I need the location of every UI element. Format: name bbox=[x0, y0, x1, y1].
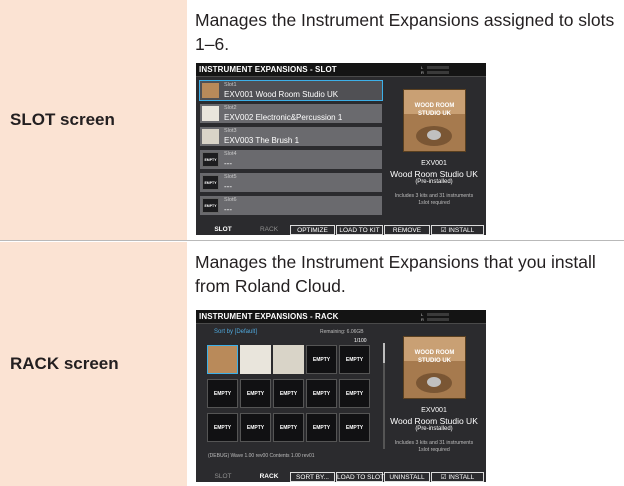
cover-title-line: STUDIO UK bbox=[418, 358, 451, 364]
cover-title-line: STUDIO UK bbox=[418, 111, 451, 117]
slot-name: EXV001 Wood Room Studio UK bbox=[224, 90, 339, 99]
level-meter: L R bbox=[421, 312, 457, 322]
expansion-cover-art: WOOD ROOM STUDIO UK bbox=[404, 90, 465, 151]
slot-item[interactable]: EMPTY Slot4 --- bbox=[199, 149, 383, 170]
rack-screen-image: INSTRUMENT EXPANSIONS - RACK L R Sort by… bbox=[196, 310, 486, 482]
slot-name: EXV002 Electronic&Percussion 1 bbox=[224, 113, 343, 122]
slot-item[interactable]: EMPTY Slot5 --- bbox=[199, 172, 383, 193]
slot-name: EXV003 The Brush 1 bbox=[224, 136, 300, 145]
cover-title-line: WOOD ROOM bbox=[414, 103, 455, 109]
slot-item[interactable]: Slot2 EXV002 Electronic&Percussion 1 bbox=[199, 103, 383, 124]
rack-cell-empty[interactable]: EMPTY bbox=[339, 345, 370, 374]
expansion-id: EXV001 bbox=[421, 407, 447, 414]
expansion-cover-art: WOOD ROOM STUDIO UK bbox=[404, 337, 465, 398]
table-row-rack: RACK screen Manages the Instrument Expan… bbox=[0, 242, 624, 486]
description-table: SLOT screen Manages the Instrument Expan… bbox=[0, 0, 624, 486]
slot-screen-image: INSTRUMENT EXPANSIONS - SLOT L R Slot1 E… bbox=[196, 63, 486, 235]
expansion-name: Wood Room Studio UK bbox=[390, 169, 478, 179]
rack-cell-empty[interactable]: EMPTY bbox=[339, 379, 370, 408]
row-label: SLOT screen bbox=[10, 110, 115, 129]
empty-thumbnail: EMPTY bbox=[202, 198, 219, 213]
slot-number: Slot5 bbox=[224, 174, 237, 180]
install-button[interactable]: ☑ INSTALL bbox=[431, 472, 484, 482]
tab-rack[interactable]: RACK bbox=[250, 225, 288, 235]
rack-cell-empty[interactable]: EMPTY bbox=[207, 413, 238, 442]
sort-order-label: Sort by [Default] bbox=[214, 329, 258, 335]
rack-cell-empty[interactable]: EMPTY bbox=[273, 413, 304, 442]
rack-cell-empty[interactable]: EMPTY bbox=[240, 413, 271, 442]
level-r-label: R bbox=[421, 70, 424, 75]
debug-version-info: (DEBUG) Wave 1.00 rev00 Contents 1.00 re… bbox=[208, 453, 315, 459]
slot-number: Slot2 bbox=[224, 105, 237, 111]
level-r-label: R bbox=[421, 317, 424, 322]
slot-number: Slot6 bbox=[224, 197, 237, 203]
expansion-name: Wood Room Studio UK bbox=[390, 416, 478, 426]
rack-cell-empty[interactable]: EMPTY bbox=[207, 379, 238, 408]
rack-cell[interactable] bbox=[273, 345, 304, 374]
tab-rack[interactable]: RACK bbox=[250, 472, 288, 482]
expansion-thumbnail bbox=[202, 129, 219, 144]
table-row-slot: SLOT screen Manages the Instrument Expan… bbox=[0, 0, 624, 241]
optimize-button[interactable]: OPTIMIZE bbox=[290, 225, 335, 235]
function-button-bar: SLOT RACK SORT BY... LOAD TO SLOT UNINST… bbox=[196, 471, 486, 482]
level-meter: L R bbox=[421, 65, 457, 75]
row-description: Manages the Instrument Expansions that y… bbox=[195, 252, 596, 296]
load-to-kit-button[interactable]: LOAD TO KIT bbox=[336, 225, 383, 235]
slot-requirement: 1slot required bbox=[418, 200, 450, 206]
rack-cell-empty[interactable]: EMPTY bbox=[306, 345, 337, 374]
level-bar-r bbox=[427, 318, 449, 321]
expansion-thumbnail bbox=[202, 83, 219, 98]
expansion-includes: Includes 3 kits and 31 instruments bbox=[394, 440, 474, 446]
row-label: RACK screen bbox=[10, 354, 119, 373]
description-cell: Manages the Instrument Expansions assign… bbox=[189, 0, 624, 240]
label-cell: SLOT screen bbox=[0, 0, 188, 240]
slot-item[interactable]: Slot3 EXV003 The Brush 1 bbox=[199, 126, 383, 147]
tab-slot[interactable]: SLOT bbox=[208, 472, 238, 482]
description-cell: Manages the Instrument Expansions that y… bbox=[189, 242, 624, 486]
slot-item[interactable]: Slot1 EXV001 Wood Room Studio UK bbox=[199, 80, 383, 101]
slot-name: --- bbox=[224, 159, 232, 168]
load-to-slot-button[interactable]: LOAD TO SLOT bbox=[336, 472, 384, 482]
rack-cell-empty[interactable]: EMPTY bbox=[306, 413, 337, 442]
slot-number: Slot1 bbox=[224, 82, 237, 88]
uninstall-button[interactable]: UNINSTALL bbox=[384, 472, 430, 482]
slot-item[interactable]: EMPTY Slot6 --- bbox=[199, 195, 383, 216]
rack-cell-empty[interactable]: EMPTY bbox=[273, 379, 304, 408]
tab-slot[interactable]: SLOT bbox=[208, 225, 238, 235]
slot-number: Slot3 bbox=[224, 128, 237, 134]
empty-thumbnail: EMPTY bbox=[202, 152, 219, 167]
sort-by-button[interactable]: SORT BY... bbox=[290, 472, 335, 482]
install-status: (Pre-installed) bbox=[415, 179, 453, 185]
rack-cell[interactable] bbox=[240, 345, 271, 374]
expansion-id: EXV001 bbox=[421, 160, 447, 167]
function-button-bar: SLOT RACK OPTIMIZE LOAD TO KIT REMOVE ☑ … bbox=[196, 224, 486, 235]
slot-number: Slot4 bbox=[224, 151, 237, 157]
expansion-info-panel: WOOD ROOM STUDIO UK EXV001 Wood Room Stu… bbox=[382, 78, 486, 218]
expansion-thumbnail bbox=[202, 106, 219, 121]
level-bar-l bbox=[427, 66, 449, 69]
slot-name: --- bbox=[224, 205, 232, 214]
slot-requirement: 1slot required bbox=[418, 447, 450, 453]
label-cell: RACK screen bbox=[0, 242, 188, 486]
expansion-includes: Includes 3 kits and 31 instruments bbox=[394, 193, 474, 199]
rack-cell-empty[interactable]: EMPTY bbox=[240, 379, 271, 408]
remaining-storage: Remaining: 6.06GB bbox=[320, 329, 364, 335]
page-counter: 1/100 bbox=[354, 338, 367, 344]
empty-thumbnail: EMPTY bbox=[202, 175, 219, 190]
install-status: (Pre-installed) bbox=[415, 426, 453, 432]
row-description: Manages the Instrument Expansions assign… bbox=[195, 10, 615, 54]
rack-cell-empty[interactable]: EMPTY bbox=[339, 413, 370, 442]
level-bar-l bbox=[427, 313, 449, 316]
expansion-info-panel: WOOD ROOM STUDIO UK EXV001 Wood Room Stu… bbox=[382, 325, 486, 465]
remove-button[interactable]: REMOVE bbox=[384, 225, 430, 235]
install-button[interactable]: ☑ INSTALL bbox=[431, 225, 484, 235]
slot-name: --- bbox=[224, 182, 232, 191]
rack-cell[interactable] bbox=[207, 345, 238, 374]
rack-cell-empty[interactable]: EMPTY bbox=[306, 379, 337, 408]
level-bar-r bbox=[427, 71, 449, 74]
cover-title-line: WOOD ROOM bbox=[414, 350, 455, 356]
